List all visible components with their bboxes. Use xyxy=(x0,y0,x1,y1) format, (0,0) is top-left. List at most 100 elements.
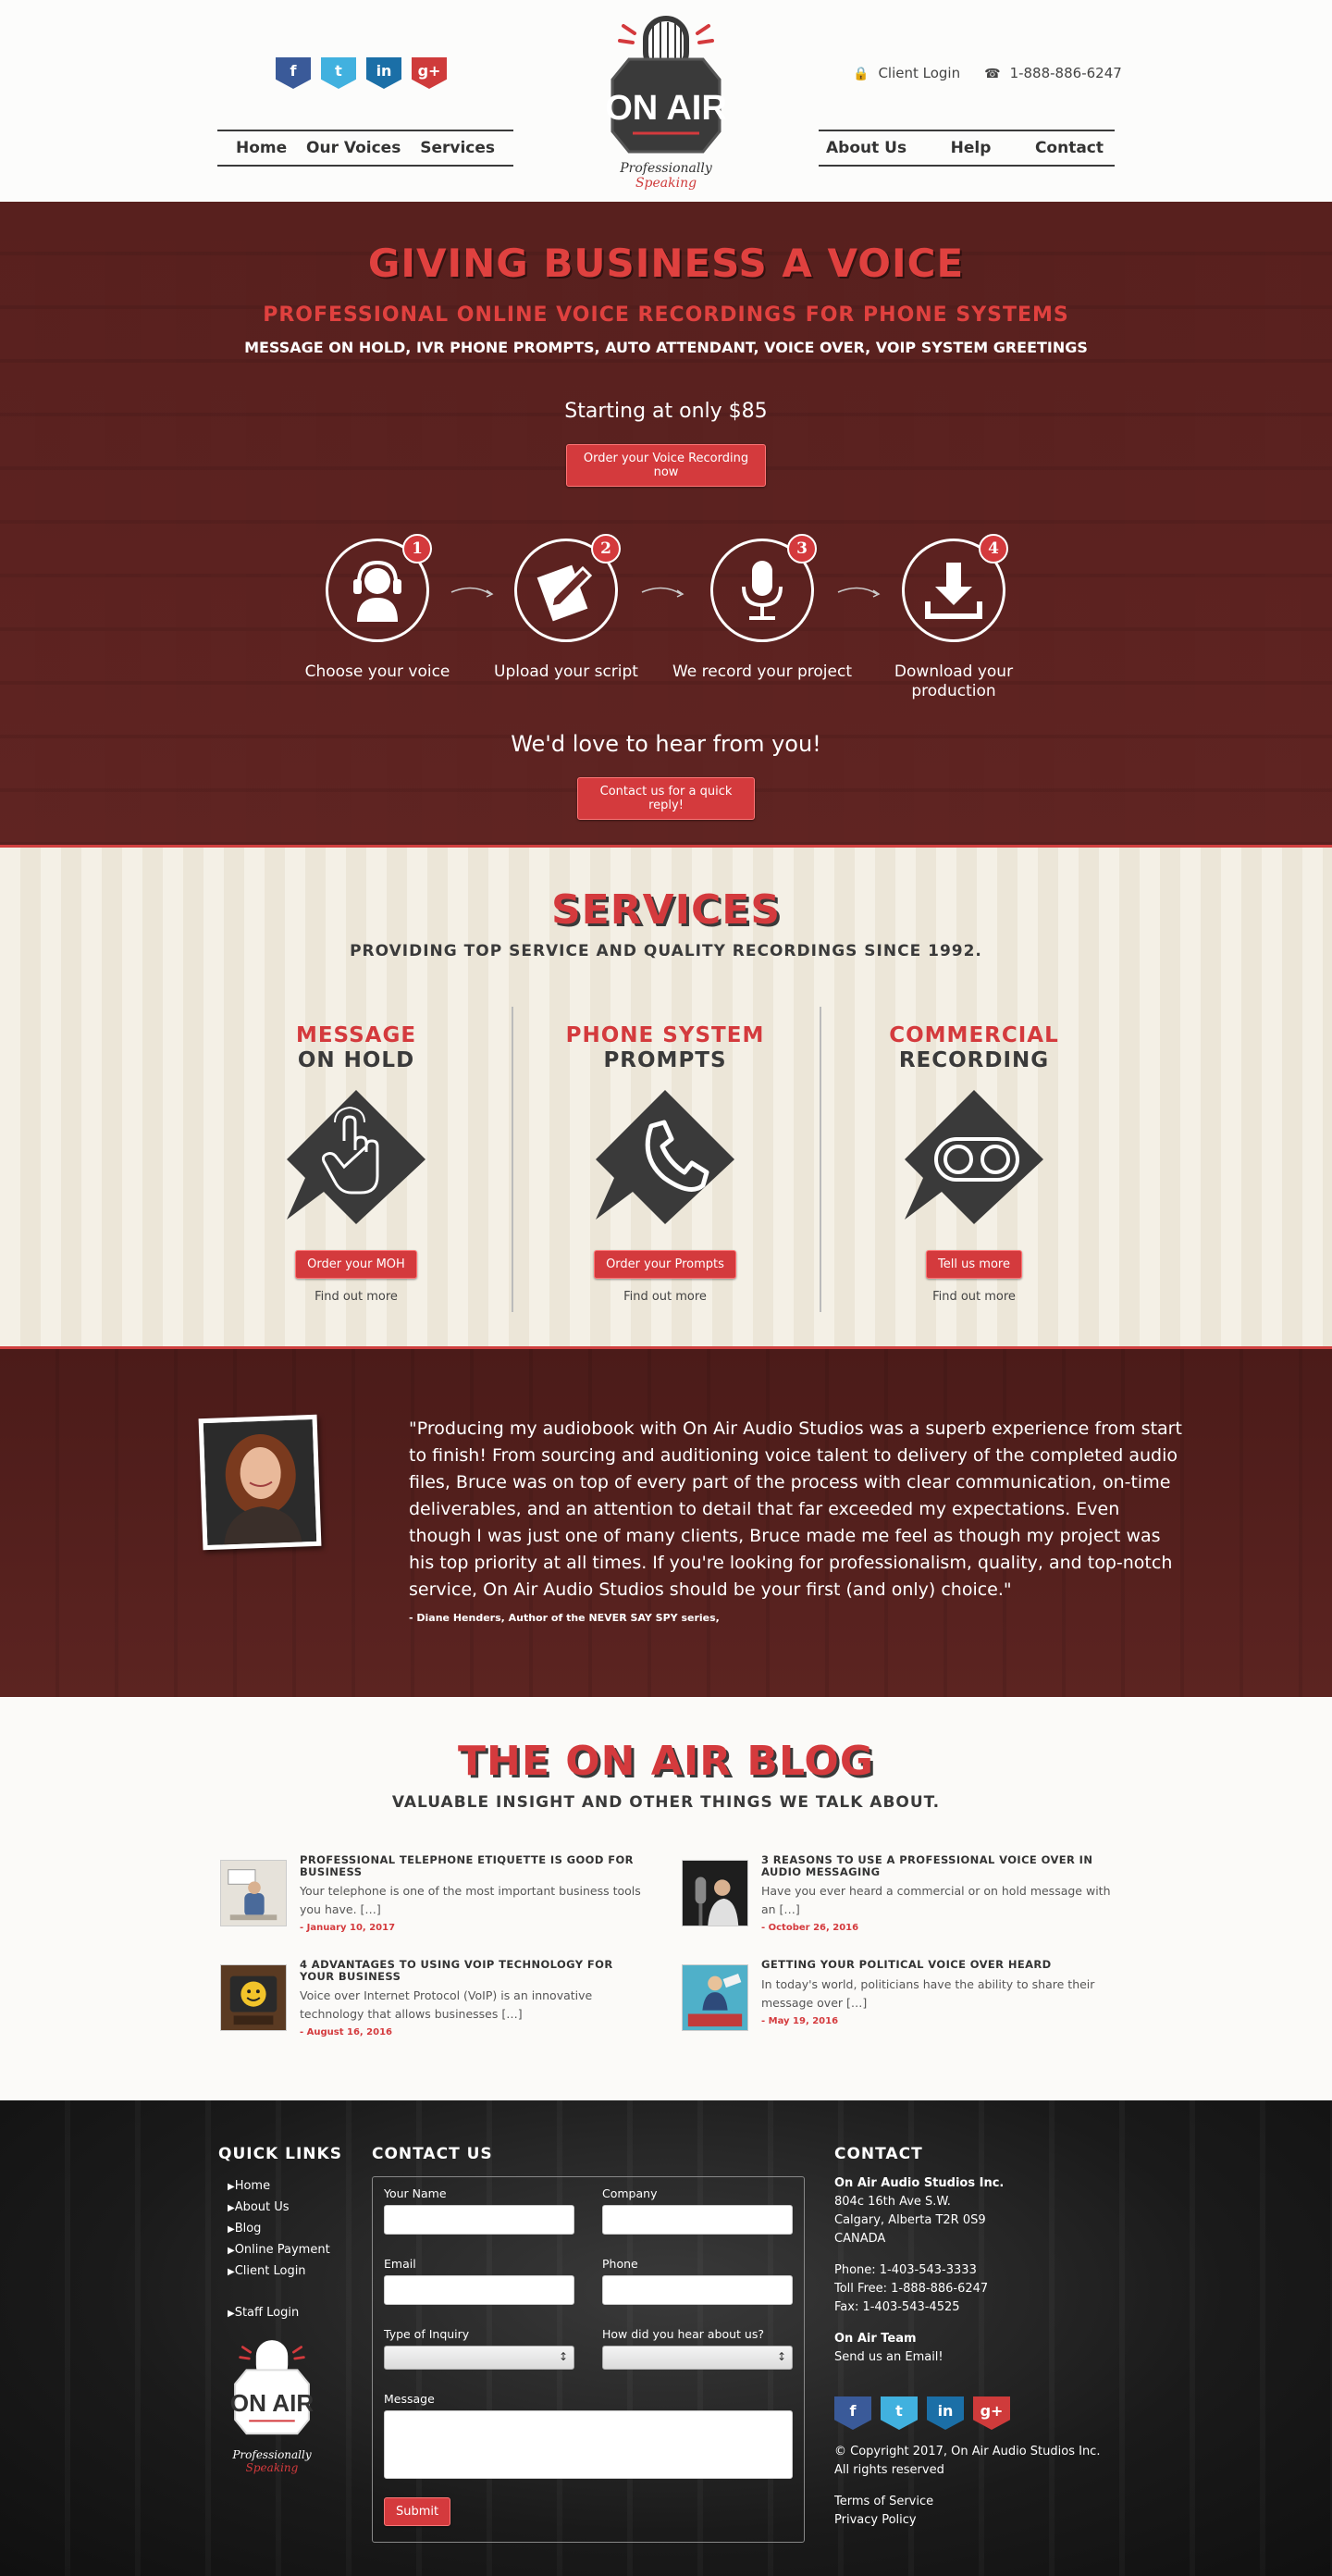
company-input[interactable] xyxy=(602,2205,793,2235)
lock-icon: 🔒 xyxy=(853,67,870,81)
message-textarea[interactable] xyxy=(384,2410,793,2479)
footer-link-blog[interactable]: Blog xyxy=(235,2222,262,2235)
hero-services-list: MESSAGE ON HOLD, IVR PHONE PROMPTS, AUTO… xyxy=(244,339,1088,356)
service-title-line2: ON HOLD xyxy=(297,1048,415,1072)
inquiry-label: Type of Inquiry xyxy=(384,2327,470,2341)
post-date: - October 26, 2016 xyxy=(761,1923,859,1933)
services-title: SERVICES xyxy=(550,886,782,934)
service-message-on-hold: MESSAGE ON HOLD Order your MOH Find out … xyxy=(254,1023,458,1304)
nav-contact[interactable]: Contact xyxy=(1035,139,1104,157)
logo-tagline: Professionally Speaking xyxy=(620,161,712,191)
order-recording-button[interactable]: Order your Voice Recording now xyxy=(566,444,766,487)
send-email-link[interactable]: Send us an Email! xyxy=(834,2350,944,2364)
nav-services[interactable]: Services xyxy=(420,139,495,157)
footer-link-client-login[interactable]: Client Login xyxy=(235,2264,306,2278)
testimonial-photo xyxy=(198,1414,322,1551)
script-pencil-icon: 2 xyxy=(514,534,621,642)
hand-pointer-icon xyxy=(287,1090,426,1224)
copyright-text: © Copyright 2017, On Air Audio Studios I… xyxy=(834,2445,1101,2458)
footer-link-payment[interactable]: Online Payment xyxy=(235,2243,330,2257)
terms-link[interactable]: Terms of Service xyxy=(834,2495,933,2508)
footer-link-staff-login[interactable]: Staff Login xyxy=(235,2306,299,2320)
find-out-more-link[interactable]: Find out more xyxy=(623,1290,707,1304)
tape-reel-icon xyxy=(905,1090,1043,1224)
step-upload-script: 2 Upload your script xyxy=(474,534,659,682)
nav-help[interactable]: Help xyxy=(951,139,992,157)
service-title-line1: MESSAGE xyxy=(295,1023,417,1047)
step-download: 4 Download your production xyxy=(861,534,1046,701)
nav-our-voices[interactable]: Our Voices xyxy=(306,139,401,157)
phone-input[interactable] xyxy=(602,2275,793,2305)
social-links: f t in g+ xyxy=(276,57,447,89)
testimonial-section: "Producing my audiobook with On Air Audi… xyxy=(0,1349,1332,1697)
microphone-icon: 3 xyxy=(710,534,817,642)
step-choose-voice: 1 Choose your voice xyxy=(285,534,470,682)
services-subtitle: PROVIDING TOP SERVICE AND QUALITY RECORD… xyxy=(350,942,982,960)
find-out-more-link[interactable]: Find out more xyxy=(314,1290,398,1304)
contact-form: Your Name Company Email Phone Type of In… xyxy=(372,2176,805,2543)
name-input[interactable] xyxy=(384,2205,574,2235)
submit-button[interactable]: Submit xyxy=(384,2497,451,2526)
facebook-icon[interactable]: f xyxy=(276,57,311,89)
step-number: 1 xyxy=(402,534,432,564)
post-excerpt: Have you ever heard a commercial or on h… xyxy=(761,1884,1111,1916)
service-title-line1: COMMERCIAL xyxy=(889,1023,1059,1047)
twitter-icon[interactable]: t xyxy=(881,2396,918,2430)
team-name: On Air Team xyxy=(834,2332,917,2346)
address-line2: Calgary, Alberta T2R 0S9 xyxy=(834,2213,986,2227)
blog-post[interactable]: GETTING YOUR POLITICAL VOICE OVER HEARD … xyxy=(682,1959,1116,2033)
post-title[interactable]: GETTING YOUR POLITICAL VOICE OVER HEARD xyxy=(761,1959,1113,1971)
contact-tollfree: Toll Free: 1-888-886-6247 xyxy=(834,2282,989,2296)
step-label: We record your project xyxy=(672,663,852,681)
hero-love-text: We'd love to hear from you! xyxy=(511,731,821,757)
post-date: - January 10, 2017 xyxy=(300,1923,396,1933)
step-number: 2 xyxy=(591,534,621,564)
blog-post[interactable]: 4 ADVANTAGES TO USING VOIP TECHNOLOGY FO… xyxy=(220,1959,655,2037)
site-logo[interactable]: ON AIR Professionally Speaking xyxy=(592,13,740,191)
step-number: 4 xyxy=(979,534,1008,564)
microphone-logo-icon: ON AIR xyxy=(605,16,727,154)
email-input[interactable] xyxy=(384,2275,574,2305)
phone-label: Phone xyxy=(602,2257,638,2271)
post-thumbnail xyxy=(682,1860,748,1926)
order-moh-button[interactable]: Order your MOH xyxy=(295,1250,417,1279)
footer-link-home[interactable]: Home xyxy=(235,2179,270,2193)
post-title[interactable]: 3 REASONS TO USE A PROFESSIONAL VOICE OV… xyxy=(761,1854,1113,1878)
google-plus-icon[interactable]: g+ xyxy=(973,2396,1010,2430)
service-phone-prompts: PHONE SYSTEM PROMPTS Order your Prompts … xyxy=(563,1023,767,1304)
heard-select[interactable] xyxy=(602,2346,793,2370)
find-out-more-link[interactable]: Find out more xyxy=(932,1290,1016,1304)
linkedin-icon[interactable]: in xyxy=(366,57,401,89)
post-title[interactable]: 4 ADVANTAGES TO USING VOIP TECHNOLOGY FO… xyxy=(300,1959,651,1983)
inquiry-select[interactable] xyxy=(384,2346,574,2370)
quick-links-list: Home About Us Blog Online Payment Client… xyxy=(228,2176,330,2324)
linkedin-icon[interactable]: in xyxy=(927,2396,964,2430)
privacy-link[interactable]: Privacy Policy xyxy=(834,2513,917,2527)
facebook-icon[interactable]: f xyxy=(834,2396,871,2430)
google-plus-icon[interactable]: g+ xyxy=(412,57,447,89)
phone-link[interactable]: ☎ 1-888-886-6247 xyxy=(984,65,1122,81)
post-date: - August 16, 2016 xyxy=(300,2027,393,2037)
services-divider xyxy=(512,1007,513,1312)
post-date: - May 19, 2016 xyxy=(761,2016,839,2026)
contact-quick-reply-button[interactable]: Contact us for a quick reply! xyxy=(577,777,755,820)
phone-handset-icon xyxy=(596,1090,734,1224)
hero-subtitle: PROFESSIONAL ONLINE VOICE RECORDINGS FOR… xyxy=(263,303,1069,327)
site-header: f t in g+ Home Our Voices Services ON AI… xyxy=(0,0,1332,202)
service-title-line2: PROMPTS xyxy=(603,1048,727,1072)
footer-link-about[interactable]: About Us xyxy=(235,2200,290,2214)
client-login-link[interactable]: 🔒 Client Login xyxy=(853,65,960,81)
step-label: Upload your script xyxy=(494,663,638,681)
blog-subtitle: VALUABLE INSIGHT AND OTHER THINGS WE TAL… xyxy=(391,1793,941,1812)
order-prompts-button[interactable]: Order your Prompts xyxy=(594,1250,736,1279)
twitter-icon[interactable]: t xyxy=(321,57,356,89)
blog-post[interactable]: 3 REASONS TO USE A PROFESSIONAL VOICE OV… xyxy=(682,1854,1116,1933)
post-title[interactable]: PROFESSIONAL TELEPHONE ETIQUETTE IS GOOD… xyxy=(300,1854,651,1878)
tell-us-more-button[interactable]: Tell us more xyxy=(926,1250,1022,1279)
nav-about-us[interactable]: About Us xyxy=(826,139,906,157)
microphone-logo-icon: ON AIR xyxy=(230,2340,314,2435)
site-footer: QUICK LINKS Home About Us Blog Online Pa… xyxy=(0,2100,1332,2576)
nav-home[interactable]: Home xyxy=(236,139,287,157)
blog-post[interactable]: PROFESSIONAL TELEPHONE ETIQUETTE IS GOOD… xyxy=(220,1854,655,1933)
footer-logo[interactable]: ON AIR Professionally Speaking xyxy=(216,2334,327,2474)
